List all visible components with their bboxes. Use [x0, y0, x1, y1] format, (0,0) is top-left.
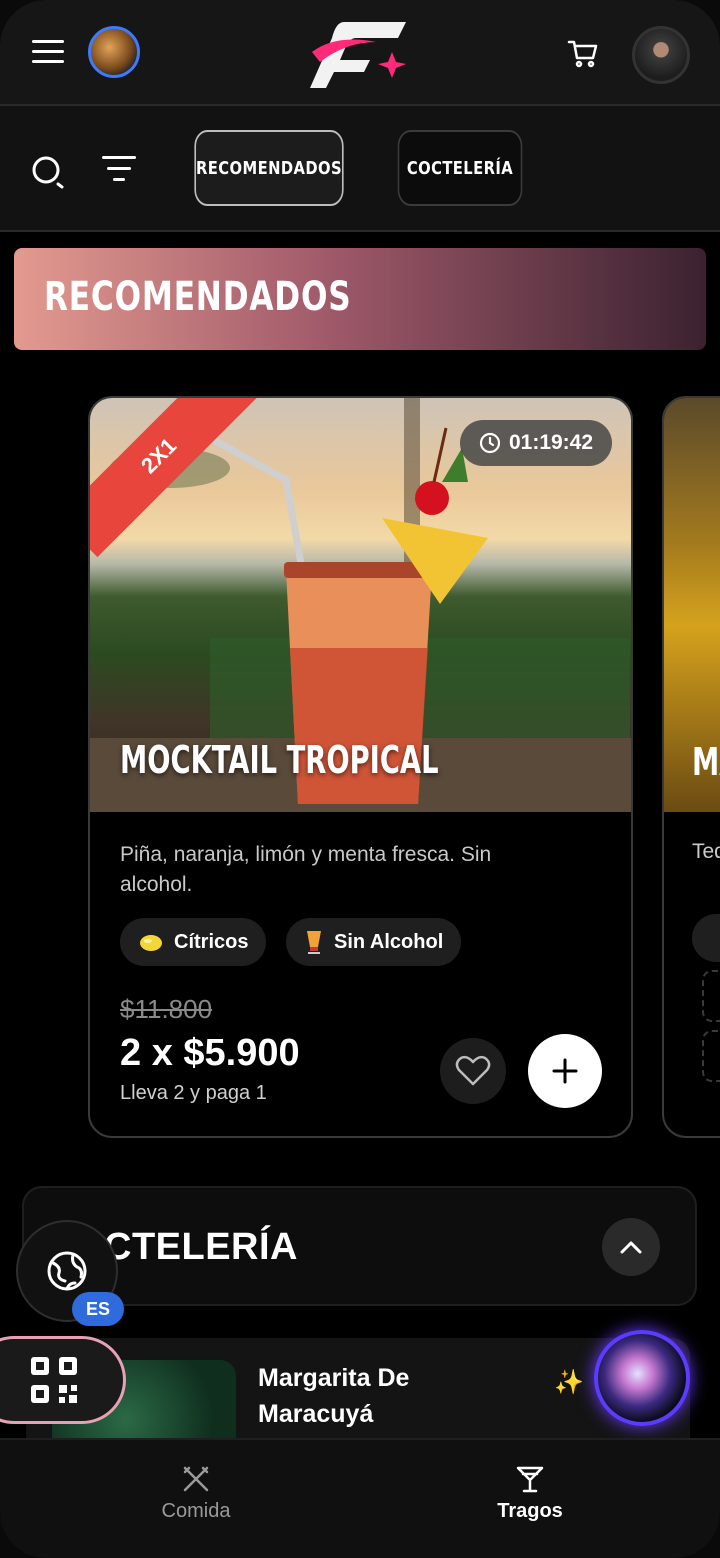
filter-icon[interactable] [100, 156, 138, 186]
clock-icon [479, 432, 501, 454]
category-filter-bar: RECOMENDADOS COCTELERÍA [0, 106, 720, 232]
qr-code-icon [31, 1357, 77, 1403]
qr-scan-button[interactable] [0, 1336, 126, 1424]
hamburger-menu-icon[interactable] [32, 40, 64, 66]
price-note: Lleva 2 y paga 1 [120, 1082, 267, 1104]
plus-icon [552, 1058, 578, 1084]
product-description: Piña, naranja, limón y menta fresca. Sin… [120, 843, 492, 896]
current-price: 2 x $5.900 [120, 1032, 300, 1074]
product-card-next[interactable]: MA Teq [662, 396, 720, 1138]
tag-sin-alcohol: Sin Alcohol [286, 918, 462, 966]
list-item-name: Margarita De Maracuyá [258, 1360, 409, 1432]
bottom-navigation: Comida Tragos [0, 1438, 720, 1558]
globe-icon [47, 1251, 87, 1291]
product-description: Teq [692, 840, 720, 863]
shopping-cart-icon[interactable] [566, 36, 600, 70]
name-line-2: Maracuyá [258, 1400, 374, 1428]
planet-icon[interactable] [88, 26, 140, 78]
section-banner: RECOMENDADOS [14, 248, 706, 350]
language-badge: ES [72, 1292, 124, 1326]
tab-cocteleria[interactable]: COCTELERÍA [397, 130, 523, 206]
search-icon[interactable] [30, 154, 66, 190]
chevron-up-icon [620, 1241, 642, 1254]
nav-item-tragos[interactable]: Tragos [430, 1464, 630, 1523]
nav-label: Tragos [497, 1500, 563, 1522]
cocteleria-section[interactable]: CTELERÍA [22, 1186, 697, 1306]
cocktail-glass-icon [307, 931, 321, 954]
martini-glass-icon [516, 1466, 544, 1493]
assistant-orb-button[interactable] [594, 1330, 690, 1426]
tag-citricos: Cítricos [120, 918, 267, 966]
lemon-icon [140, 935, 162, 951]
top-header [0, 0, 720, 106]
old-price: $11.800 [120, 994, 213, 1024]
fork-knife-icon [183, 1466, 209, 1492]
product-title: MOCKTAIL TROPICAL [120, 738, 439, 782]
app-frame: RECOMENDADOS COCTELERÍA RECOMENDADOS 2X1… [0, 0, 720, 1558]
collapse-button[interactable] [602, 1218, 660, 1276]
tag-label: Sin Alcohol [334, 930, 444, 953]
user-avatar[interactable] [632, 26, 690, 84]
add-to-cart-button[interactable] [528, 1034, 602, 1108]
product-tag [692, 914, 720, 962]
banner-title: RECOMENDADOS [44, 274, 352, 320]
nav-label: Comida [161, 1500, 231, 1522]
section-title: CTELERÍA [104, 1226, 298, 1268]
tag-label: Cítricos [174, 930, 249, 953]
product-image: 2X1 01:19:42 MOCKTAIL TROPICAL [90, 398, 631, 812]
list-item[interactable]: Margarita De Maracuyá ✨ [26, 1338, 690, 1438]
heart-icon [455, 1055, 491, 1086]
countdown-timer: 01:19:42 [460, 420, 612, 466]
product-title: MA [692, 740, 720, 784]
name-line-1: Margarita De [258, 1364, 410, 1392]
product-card[interactable]: 2X1 01:19:42 MOCKTAIL TROPICAL Piña, nar… [88, 396, 633, 1138]
option-box[interactable] [702, 1030, 720, 1082]
brand-logo[interactable] [306, 16, 416, 92]
option-box[interactable] [702, 970, 720, 1022]
favorite-button[interactable] [440, 1038, 506, 1104]
timer-text: 01:19:42 [508, 431, 594, 454]
sparkle-icon: ✨ [554, 1369, 584, 1396]
tab-recomendados[interactable]: RECOMENDADOS [194, 130, 344, 206]
nav-item-comida[interactable]: Comida [96, 1464, 296, 1523]
